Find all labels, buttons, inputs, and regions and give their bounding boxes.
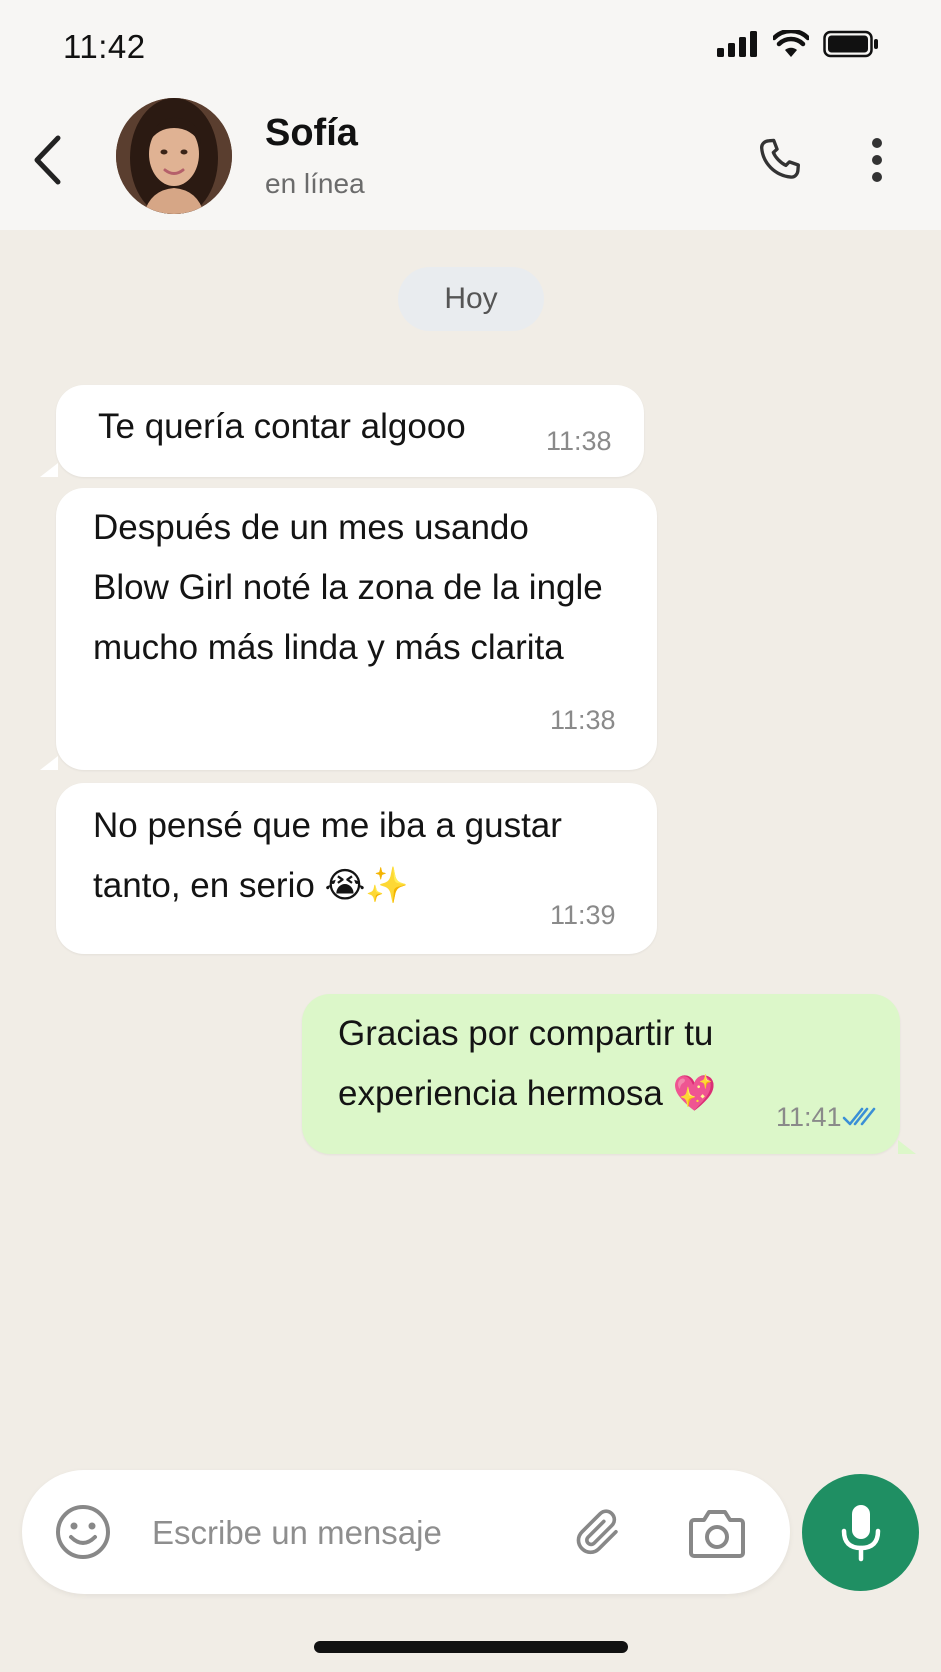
chat-header: Sofía en línea (0, 96, 941, 230)
message-text: Después de un mes usando Blow Girl noté … (93, 508, 603, 667)
bubble-tail (40, 756, 58, 770)
contact-status: en línea (265, 168, 365, 199)
microphone-button[interactable] (802, 1474, 919, 1591)
chat-area[interactable]: Hoy Te quería contar algooo 11:38 Despué… (0, 230, 941, 1672)
contact-name[interactable]: Sofía (265, 112, 358, 155)
message-time: 11:41 (776, 1102, 842, 1132)
avatar-image (116, 98, 232, 214)
more-options-button[interactable] (862, 134, 892, 186)
microphone-icon (841, 1504, 880, 1561)
message-text: Gracias por compartir tu experiencia her… (338, 1014, 717, 1113)
bubble-tail (40, 463, 58, 477)
message-time: 11:38 (550, 705, 616, 735)
status-bar: 11:42 (0, 0, 941, 96)
more-vertical-icon (872, 138, 882, 182)
camera-icon (689, 1510, 745, 1558)
message-outgoing[interactable]: Gracias por compartir tu experiencia her… (302, 994, 900, 1154)
avatar[interactable] (116, 98, 232, 214)
bubble-tail (898, 1140, 916, 1154)
message-composer (22, 1470, 790, 1594)
home-indicator[interactable] (314, 1641, 628, 1653)
message-incoming[interactable]: Te quería contar algooo 11:38 (56, 385, 644, 477)
double-check-icon (842, 1107, 876, 1126)
phone-icon (760, 138, 800, 179)
message-incoming[interactable]: Después de un mes usando Blow Girl noté … (56, 488, 657, 770)
wifi-icon (773, 30, 809, 57)
date-chip: Hoy (398, 267, 544, 331)
status-time: 11:42 (63, 28, 146, 65)
message-incoming[interactable]: No pensé que me iba a gustar tanto, en s… (56, 783, 657, 954)
call-button[interactable] (752, 132, 808, 188)
camera-button[interactable] (688, 1506, 746, 1560)
battery-icon (823, 30, 878, 58)
status-icons (717, 30, 879, 58)
paperclip-icon (576, 1509, 618, 1555)
emoji-button[interactable] (54, 1503, 112, 1561)
back-button[interactable] (22, 130, 72, 190)
message-time: 11:39 (550, 900, 616, 930)
message-text: No pensé que me iba a gustar tanto, en s… (93, 806, 562, 905)
message-input[interactable] (150, 1498, 564, 1568)
emoji-icon (56, 1505, 110, 1559)
signal-icon (717, 31, 757, 57)
back-arrow-icon (34, 135, 61, 185)
message-text: Te quería contar algooo (98, 407, 466, 446)
message-time: 11:38 (546, 426, 612, 456)
attach-button[interactable] (570, 1504, 628, 1562)
